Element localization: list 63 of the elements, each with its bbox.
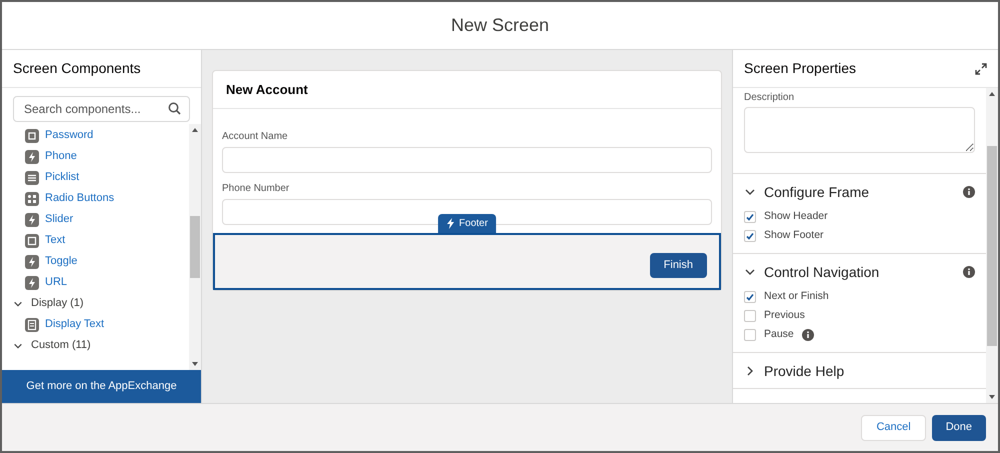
search-field[interactable]: Search components... xyxy=(13,96,190,122)
lightning-bolt-icon xyxy=(25,254,39,268)
info-icon xyxy=(963,266,975,278)
info-icon xyxy=(802,328,814,340)
grid-icon xyxy=(25,192,39,206)
text-field[interactable] xyxy=(222,199,712,225)
component-item[interactable]: Display Text xyxy=(2,314,189,335)
scrollbar[interactable] xyxy=(189,124,201,370)
checkbox[interactable] xyxy=(744,290,756,302)
text-box-icon xyxy=(25,234,39,248)
field-label: Phone Number xyxy=(222,182,290,196)
scrollbar[interactable] xyxy=(986,88,998,403)
scroll-down-icon[interactable] xyxy=(192,362,198,366)
field-label: Account Name xyxy=(222,130,289,144)
field-label: Description xyxy=(744,91,796,105)
finish-button[interactable]: Finish xyxy=(650,253,707,278)
search-icon xyxy=(168,102,181,115)
section-header[interactable]: Control Navigation xyxy=(744,263,975,281)
lightning-bolt-icon xyxy=(25,212,39,226)
checkbox-label: Pause xyxy=(764,326,794,342)
info-icon xyxy=(963,186,975,198)
expand-icon[interactable] xyxy=(975,62,987,74)
component-item[interactable]: Slider xyxy=(2,209,189,230)
component-item[interactable]: Text xyxy=(2,230,189,251)
card-title: New Account xyxy=(213,71,721,109)
component-item[interactable]: Toggle xyxy=(2,251,189,272)
component-item[interactable]: URL xyxy=(2,272,189,293)
scroll-up-icon[interactable] xyxy=(989,92,995,96)
scroll-up-icon[interactable] xyxy=(192,128,198,132)
component-item[interactable]: Picklist xyxy=(2,167,189,188)
component-item[interactable]: Password xyxy=(2,125,189,146)
footer-tag: Footer xyxy=(438,214,496,233)
section-header[interactable]: Configure Frame xyxy=(744,183,975,201)
component-group[interactable]: Custom (11) xyxy=(2,335,189,356)
checkbox[interactable] xyxy=(744,230,756,242)
document-icon xyxy=(25,318,39,332)
component-item[interactable]: Radio Buttons xyxy=(2,188,189,209)
checkbox-label: Show Footer xyxy=(764,228,824,243)
lightning-bolt-icon xyxy=(25,276,39,290)
checkbox[interactable] xyxy=(744,328,756,340)
checkbox[interactable] xyxy=(744,310,756,322)
section-header[interactable]: Provide Help xyxy=(744,362,975,380)
scrollbar-thumb[interactable] xyxy=(987,146,997,346)
appexchange-link[interactable]: Get more on the AppExchange xyxy=(2,370,201,403)
checkbox-label: Next or Finish xyxy=(764,288,829,304)
done-button[interactable]: Done xyxy=(932,414,986,440)
footer-region[interactable]: Finish xyxy=(213,233,721,290)
text-field[interactable] xyxy=(222,147,712,173)
input-box-icon xyxy=(25,128,39,142)
panel-title: Screen Properties xyxy=(744,59,856,78)
description-field[interactable] xyxy=(744,107,975,153)
checkbox[interactable] xyxy=(744,210,756,222)
checkbox-label: Show Header xyxy=(764,208,828,224)
list-icon xyxy=(25,170,39,184)
panel-title: Screen Components xyxy=(2,50,201,88)
scrollbar-thumb[interactable] xyxy=(190,216,200,278)
cancel-button[interactable]: Cancel xyxy=(861,414,926,440)
scroll-down-icon[interactable] xyxy=(989,395,995,399)
component-group[interactable]: Display (1) xyxy=(2,293,189,314)
lightning-bolt-icon xyxy=(25,150,39,164)
lightning-bolt-icon xyxy=(446,218,456,229)
component-item[interactable]: Phone xyxy=(2,146,189,167)
checkbox-label: Previous xyxy=(764,308,805,323)
